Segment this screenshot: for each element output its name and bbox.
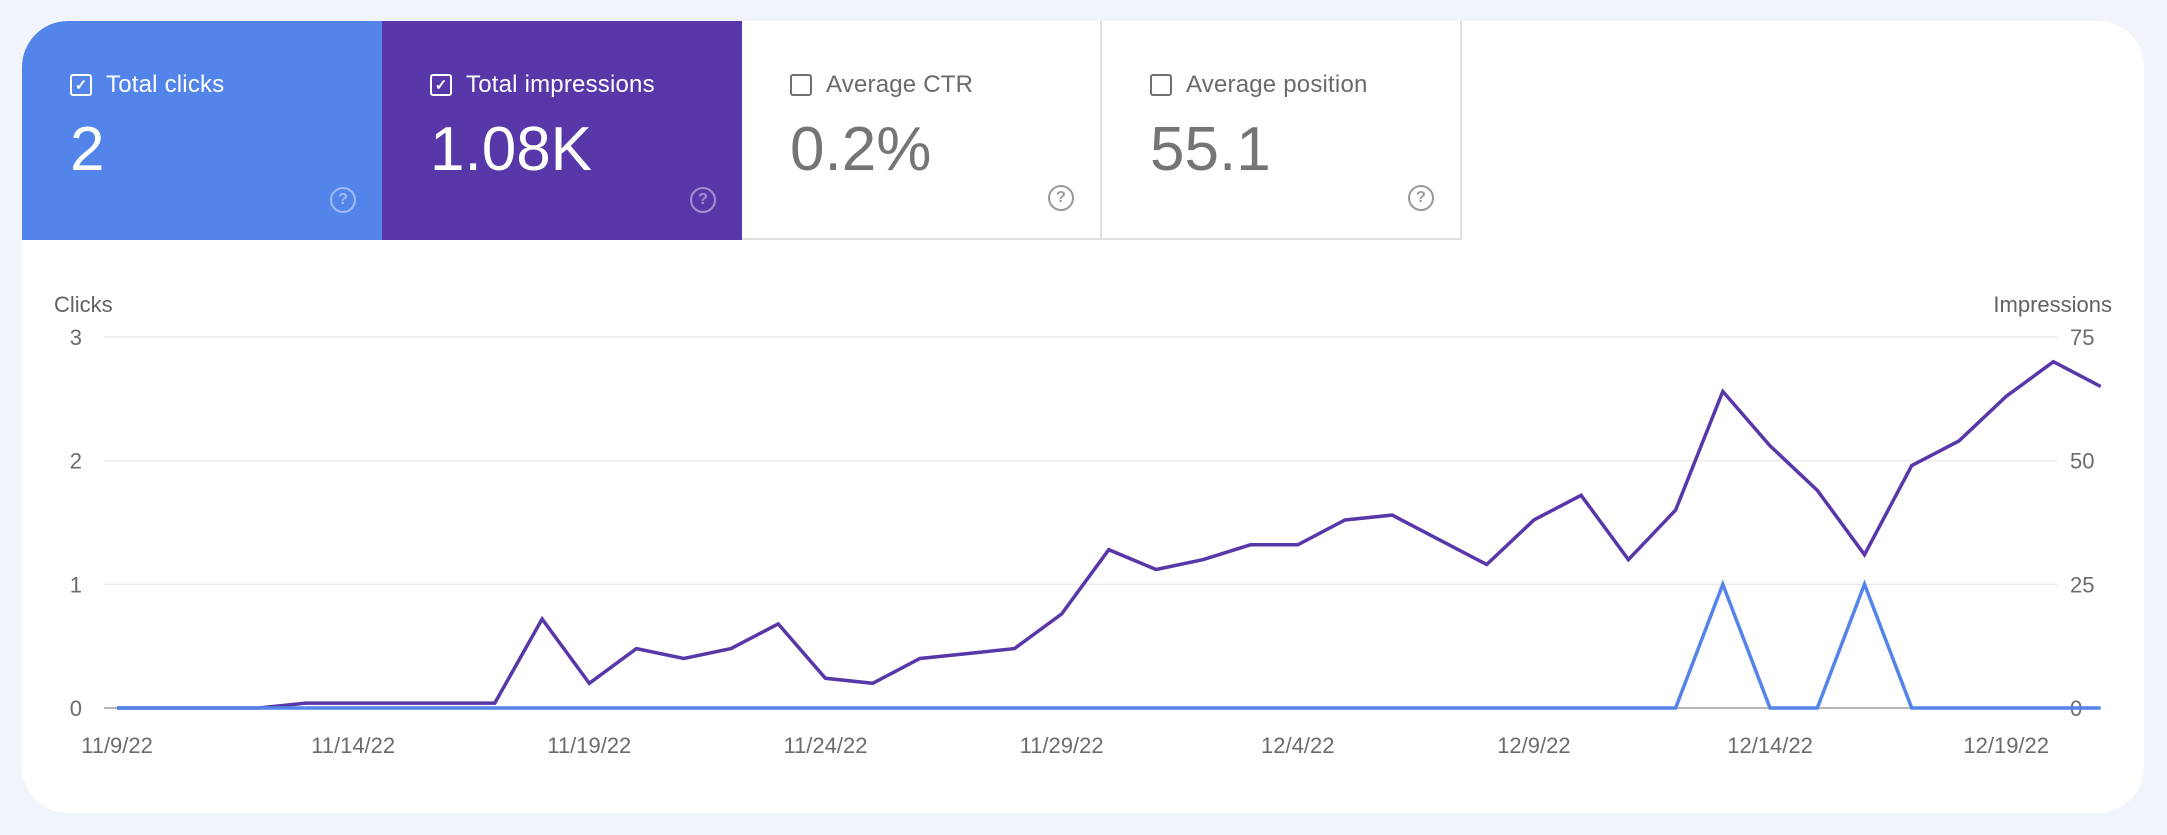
x-tick-label: 12/9/22 xyxy=(1497,733,1570,758)
left-tick-label: 1 xyxy=(70,572,82,597)
x-tick-label: 11/14/22 xyxy=(311,733,395,758)
right-axis-ticks: 0255075 xyxy=(2070,325,2094,721)
right-tick-label: 75 xyxy=(2070,325,2094,350)
series-line-impressions xyxy=(117,359,2102,710)
x-tick-label: 12/4/22 xyxy=(1261,733,1334,758)
x-tick-label: 12/14/22 xyxy=(1727,733,1813,758)
right-tick-label: 50 xyxy=(2070,449,2094,474)
gridlines xyxy=(104,336,2058,709)
x-tick-label: 11/19/22 xyxy=(547,733,631,758)
right-tick-label: 25 xyxy=(2070,572,2094,597)
left-tick-label: 3 xyxy=(70,325,82,350)
left-tick-label: 0 xyxy=(70,696,82,721)
left-axis-title: Clicks xyxy=(54,292,113,317)
left-axis-ticks: 0 1 2 3 xyxy=(70,325,82,721)
left-tick-label: 2 xyxy=(70,449,82,474)
right-axis-title: Impressions xyxy=(1993,292,2112,317)
x-tick-label: 11/9/22 xyxy=(81,733,153,758)
performance-chart: Clicks Impressions 0123 0255075 11/9/22 1… xyxy=(54,292,2112,758)
series-lines xyxy=(117,359,2102,710)
series-line-clicks xyxy=(117,579,2101,710)
x-tick-label: 12/19/22 xyxy=(1963,733,2049,758)
x-axis-ticks: 11/9/22 11/14/22 11/19/22 11/24/22 11/29/22 1… xyxy=(81,733,2049,758)
x-tick-label: 11/29/22 xyxy=(1020,733,1104,758)
x-tick-label: 11/24/22 xyxy=(783,733,867,758)
